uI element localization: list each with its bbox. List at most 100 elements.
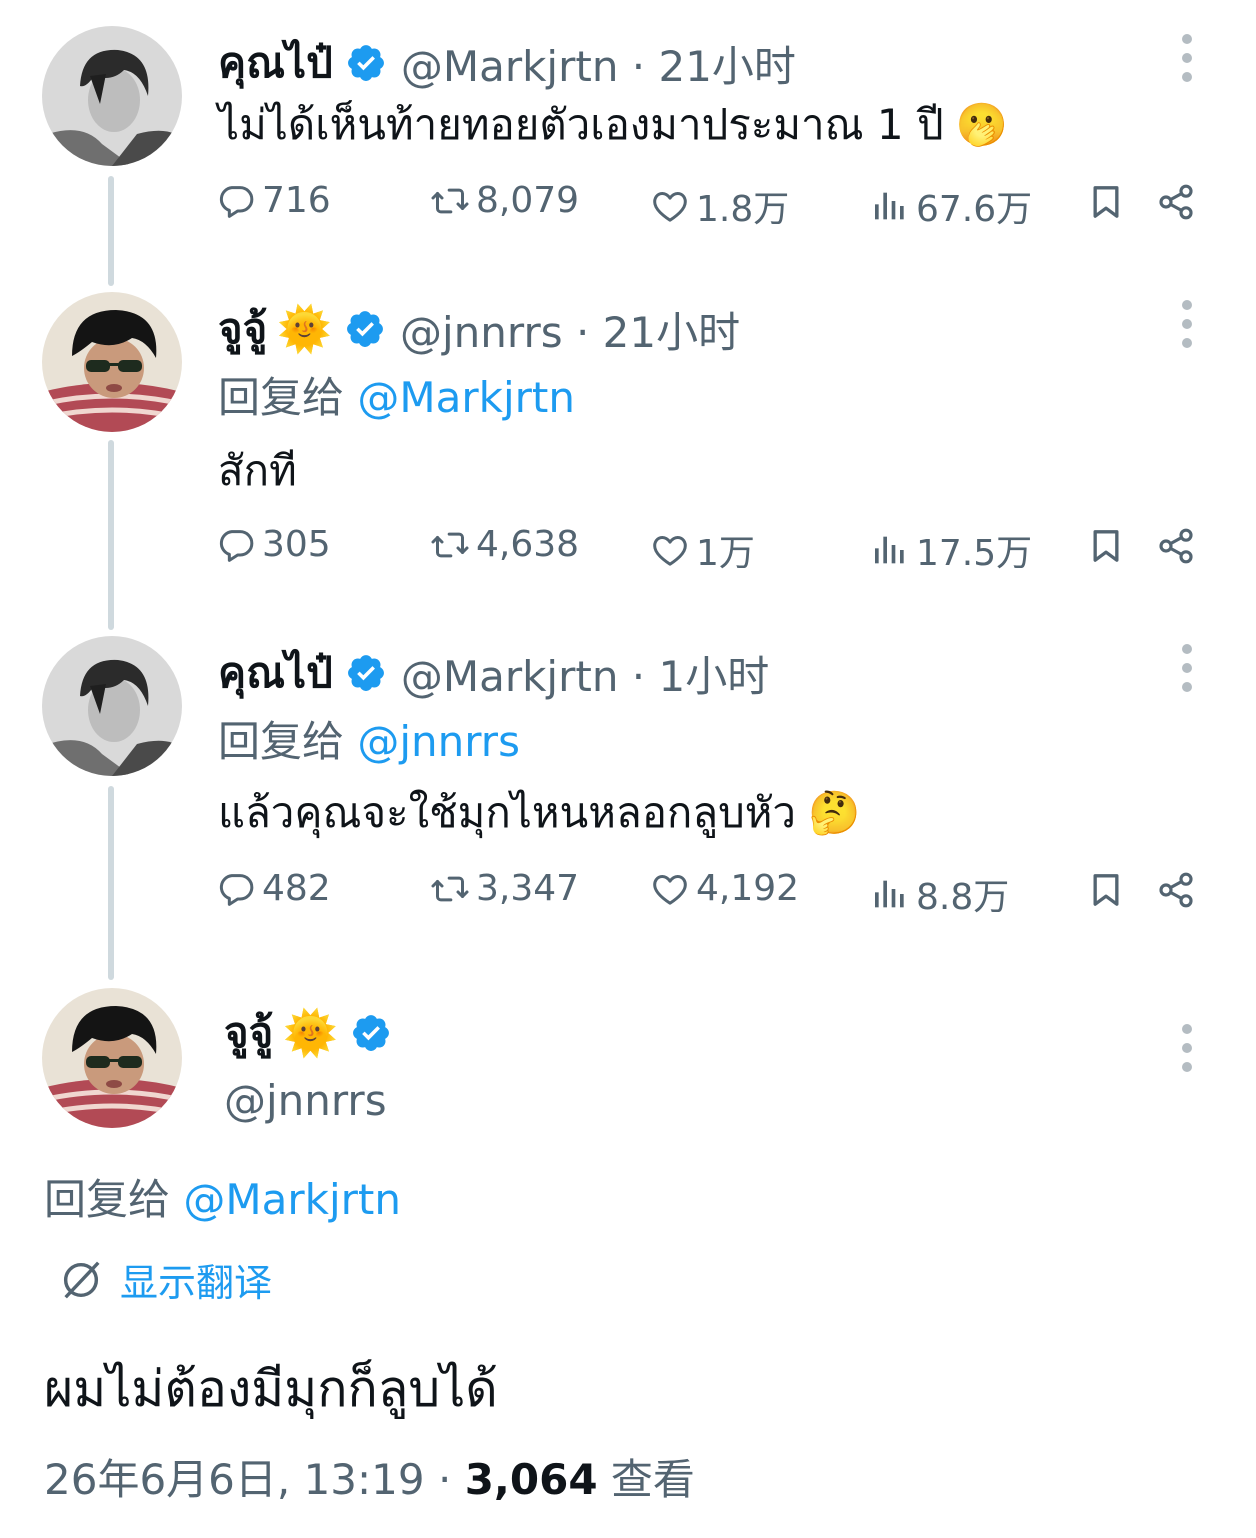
more-options-icon[interactable]: [1182, 1024, 1194, 1072]
like-button[interactable]: 1.8万: [650, 180, 789, 232]
bookmark-button[interactable]: [1086, 870, 1126, 914]
bookmark-icon: [1086, 870, 1126, 910]
heart-icon: [650, 530, 690, 570]
show-translation-button[interactable]: 显示翻译: [58, 1252, 272, 1307]
bookmark-button[interactable]: [1086, 182, 1126, 226]
reply-mention-link[interactable]: @Markjrtn: [183, 1175, 401, 1224]
reply-button[interactable]: 482: [216, 868, 331, 909]
share-button[interactable]: [1156, 182, 1196, 226]
main-tweet-text: ผมไม่ต้องมีมุกก็ลูบได้: [44, 1360, 498, 1418]
reply-icon: [216, 181, 256, 221]
share-button[interactable]: [1156, 870, 1196, 914]
more-options-icon[interactable]: [1182, 644, 1194, 692]
sun-emoji: 🌞: [283, 1008, 339, 1059]
more-options-icon[interactable]: [1182, 300, 1194, 348]
translate-icon: [58, 1257, 104, 1303]
retweet-icon: [430, 869, 470, 909]
thread-line: [108, 786, 114, 980]
views-count: 3,064: [464, 1455, 598, 1504]
like-count: 4,192: [696, 868, 800, 909]
retweet-button[interactable]: 3,347: [430, 868, 579, 909]
handle-and-time[interactable]: @Markjrtn · 1小时: [401, 643, 769, 704]
reply-count: 482: [262, 868, 331, 909]
views-button[interactable]: 8.8万: [870, 868, 1009, 920]
main-tweet-author: จูจู้ 🌞 @jnnrrs: [224, 1000, 392, 1125]
verified-badge-icon: [345, 652, 387, 694]
reply-prefix: 回复给: [218, 373, 345, 422]
verified-badge-icon: [350, 1012, 392, 1054]
views-icon: [870, 186, 910, 226]
like-button[interactable]: 1万: [650, 524, 755, 576]
verified-badge-icon: [345, 42, 387, 84]
tweet-text: สักที: [218, 446, 297, 495]
handle[interactable]: @jnnrrs: [224, 1076, 392, 1125]
emoji-thinking-face: 🤔: [808, 788, 861, 837]
reply-to-line: 回复给 @jnnrrs: [218, 708, 520, 769]
retweet-icon: [430, 525, 470, 565]
tweet-text: แล้วคุณจะใช้มุกไหนหลอกลูบหัว 🤔: [218, 780, 860, 846]
reply-button[interactable]: 716: [216, 180, 331, 221]
reply-to-line: 回复给 @Markjrtn: [218, 364, 575, 425]
reply-count: 305: [262, 524, 331, 565]
tweet-header: คุณไป๋ @Markjrtn · 1小时: [218, 640, 769, 706]
display-name[interactable]: คุณไป๋: [218, 640, 333, 706]
tweet-text-content: ไม่ได้เห็นท้ายทอยตัวเองมาประมาณ 1 ปี: [218, 100, 944, 149]
bookmark-icon: [1086, 182, 1126, 222]
more-options-icon[interactable]: [1182, 34, 1194, 82]
reply-count: 716: [262, 180, 331, 221]
views-label: 查看: [597, 1455, 695, 1504]
bookmark-button[interactable]: [1086, 526, 1126, 570]
tweet-header: จูจู้ 🌞 @jnnrrs · 21小时: [218, 296, 740, 362]
tweet-text-content: แล้วคุณจะใช้มุกไหนหลอกลูบหัว: [218, 788, 797, 837]
translate-label: 显示翻译: [120, 1261, 273, 1305]
tweet-actions: 305 4,638 1万 17.5万: [216, 524, 1196, 574]
heart-icon: [650, 869, 690, 909]
display-name[interactable]: จูจู้: [218, 296, 267, 362]
display-name[interactable]: จูจู้: [224, 1000, 273, 1066]
avatar[interactable]: [42, 26, 182, 166]
timestamp[interactable]: 26年6月6日, 13:19 ·: [44, 1455, 465, 1504]
retweet-icon: [430, 181, 470, 221]
reply-icon: [216, 525, 256, 565]
reply-prefix: 回复给: [44, 1175, 171, 1224]
avatar[interactable]: [42, 636, 182, 776]
share-icon: [1156, 526, 1196, 566]
reply-mention-link[interactable]: @jnnrrs: [357, 717, 520, 766]
display-name[interactable]: คุณไป๋: [218, 30, 333, 96]
views-button[interactable]: 17.5万: [870, 524, 1032, 576]
handle-and-time[interactable]: @Markjrtn · 21小时: [401, 33, 796, 94]
views-button[interactable]: 67.6万: [870, 180, 1032, 232]
reply-to-line: 回复给 @Markjrtn: [44, 1166, 401, 1227]
retweet-count: 3,347: [476, 868, 580, 909]
retweet-count: 4,638: [476, 524, 580, 565]
like-button[interactable]: 4,192: [650, 868, 799, 909]
handle-and-time[interactable]: @jnnrrs · 21小时: [400, 299, 740, 360]
retweet-button[interactable]: 4,638: [430, 524, 579, 565]
reply-button[interactable]: 305: [216, 524, 331, 565]
views-icon: [870, 530, 910, 570]
sun-emoji: 🌞: [277, 304, 333, 355]
tweet-actions: 482 3,347 4,192 8.8万: [216, 868, 1196, 918]
reply-mention-link[interactable]: @Markjrtn: [357, 373, 575, 422]
share-icon: [1156, 182, 1196, 222]
retweet-count: 8,079: [476, 180, 580, 221]
like-count: 1万: [696, 533, 755, 574]
retweet-button[interactable]: 8,079: [430, 180, 579, 221]
like-count: 1.8万: [696, 189, 790, 230]
tweet-header: คุณไป๋ @Markjrtn · 21小时: [218, 30, 796, 96]
share-icon: [1156, 870, 1196, 910]
tweet-actions: 716 8,079 1.8万 67.6万: [216, 180, 1196, 230]
bookmark-icon: [1086, 526, 1126, 566]
tweet-text: ไม่ได้เห็นท้ายทอยตัวเองมาประมาณ 1 ปี 🫢: [218, 92, 1008, 158]
thread-line: [108, 176, 114, 286]
views-icon: [870, 874, 910, 914]
view-count: 17.5万: [916, 533, 1033, 574]
verified-badge-icon: [344, 308, 386, 350]
reply-prefix: 回复给: [218, 717, 345, 766]
avatar[interactable]: [42, 292, 182, 432]
emoji-hand-over-mouth: 🫢: [955, 100, 1008, 149]
view-count: 67.6万: [916, 189, 1033, 230]
share-button[interactable]: [1156, 526, 1196, 570]
avatar[interactable]: [42, 988, 182, 1128]
heart-icon: [650, 186, 690, 226]
